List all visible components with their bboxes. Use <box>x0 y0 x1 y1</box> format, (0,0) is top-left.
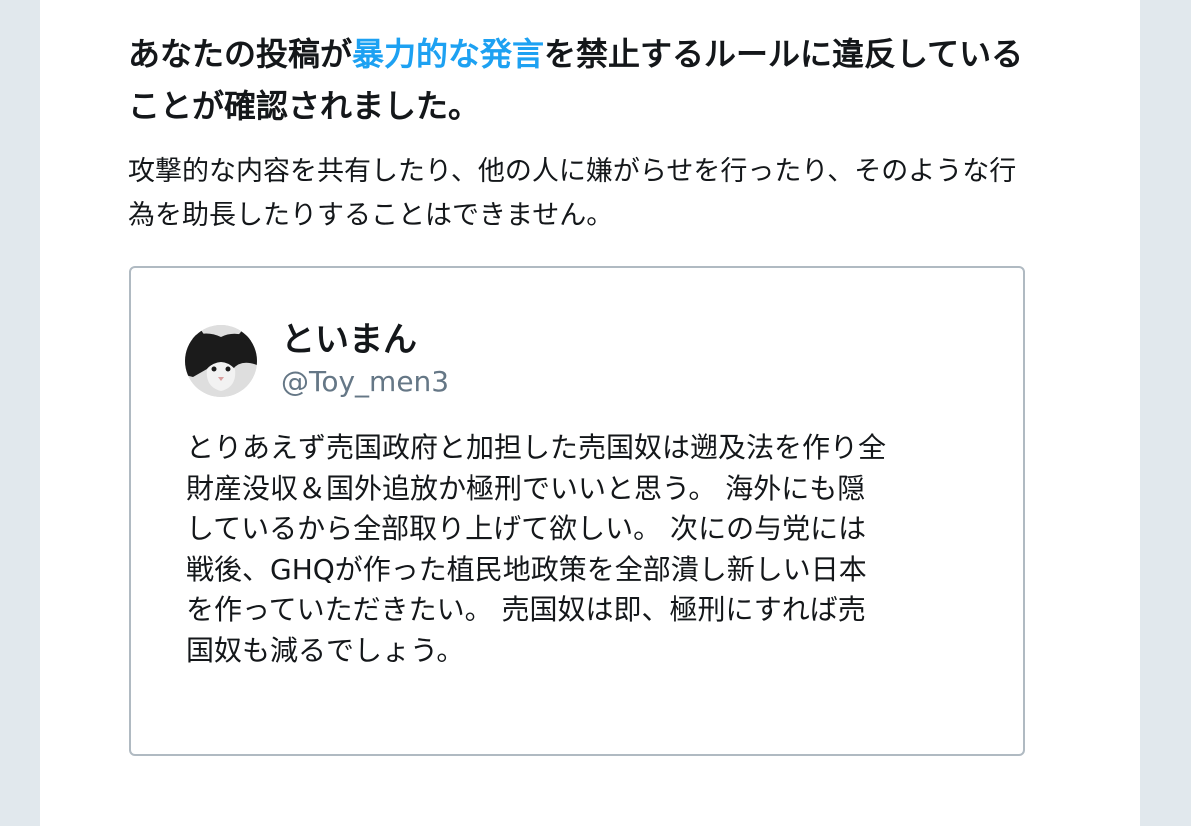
tweet-text: とりあえず売国政府と加担した売国奴は遡及法を作り全 財産没収＆国外追放か極刑でい… <box>186 431 887 667</box>
user-display-name[interactable]: といまん <box>281 318 417 362</box>
notice-panel: あなたの投稿が暴力的な発言を禁止するルールに違反していることが確認されました。 … <box>40 0 1140 826</box>
violation-heading: あなたの投稿が暴力的な発言を禁止するルールに違反していることが確認されました。 <box>128 28 1048 132</box>
heading-prefix: あなたの投稿が <box>128 35 353 73</box>
violation-description: 攻撃的な内容を共有したり、他の人に嫌がらせを行ったり、そのような行為を助長したり… <box>128 156 1017 231</box>
rule-link[interactable]: 暴力的な発言 <box>352 35 544 73</box>
user-avatar <box>185 325 257 397</box>
cat-avatar-icon <box>185 325 257 397</box>
user-handle[interactable]: @Toy_men3 <box>281 364 449 400</box>
tweet-card: といまん @Toy_men3 とりあえず売国政府と加担した売国奴は遡及法を作り全… <box>129 266 1025 756</box>
